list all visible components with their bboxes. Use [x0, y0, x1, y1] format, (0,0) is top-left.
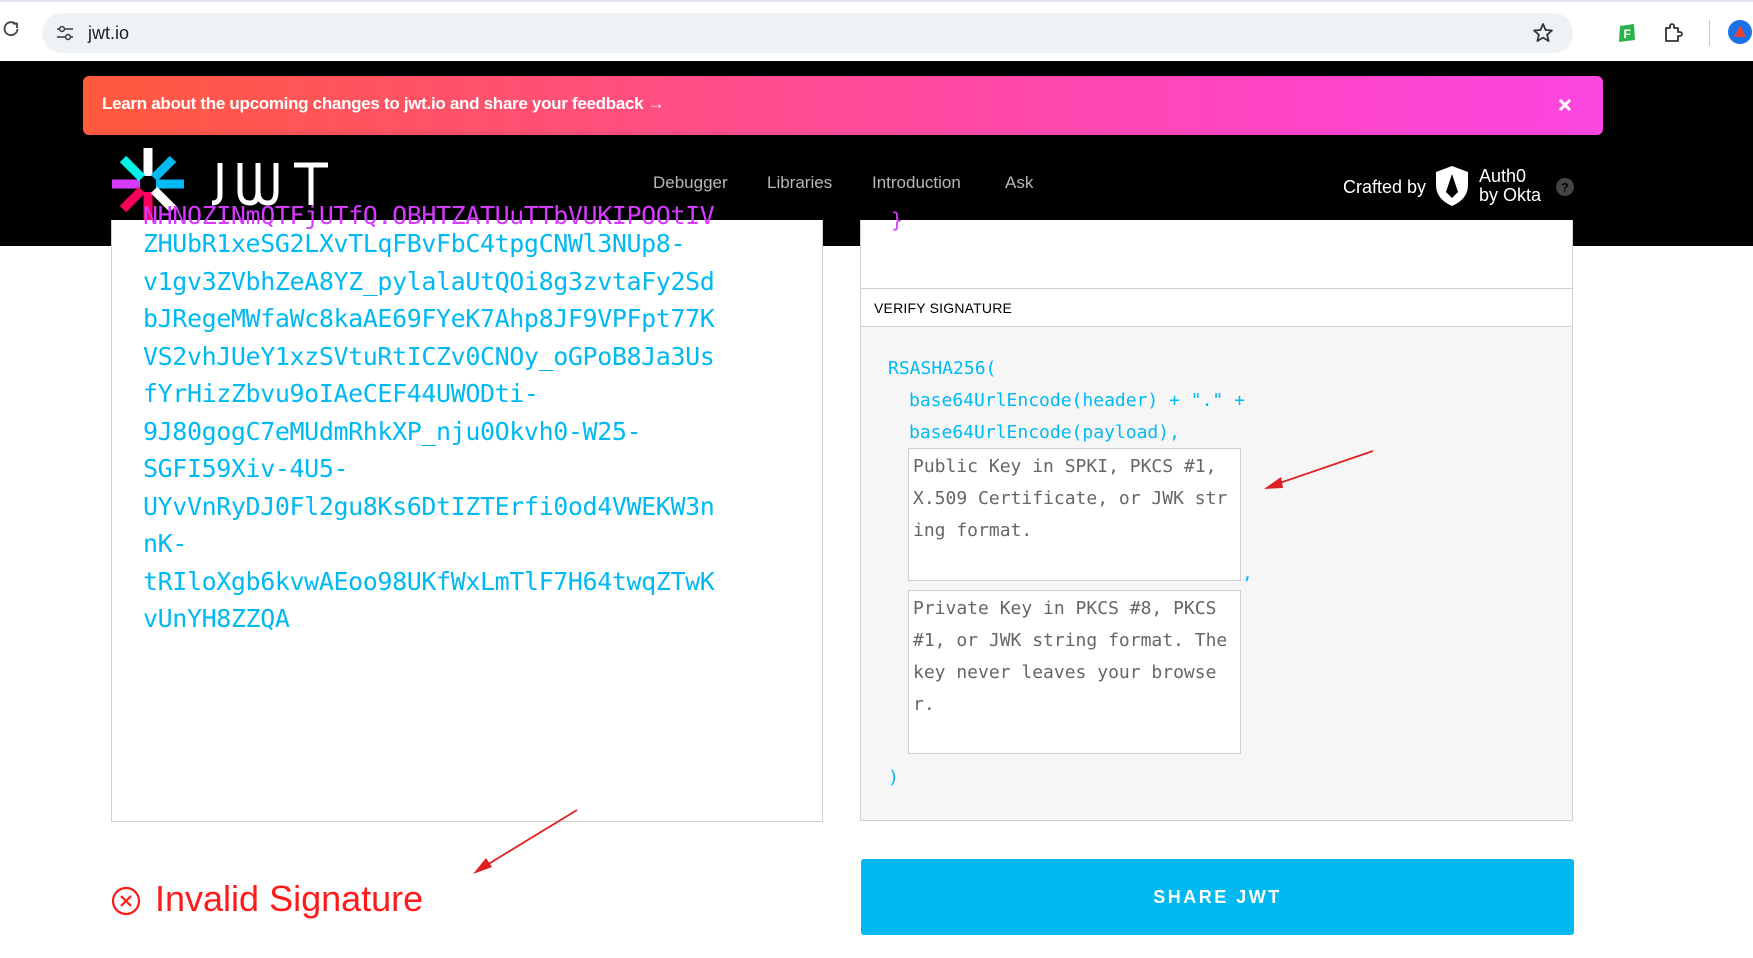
- nav-libraries[interactable]: Libraries: [767, 173, 832, 193]
- svg-text:F: F: [1624, 27, 1631, 41]
- close-icon[interactable]: [1555, 95, 1575, 115]
- token-line: nK-: [143, 529, 187, 558]
- public-key-input[interactable]: Public Key in SPKI, PKCS #1, X.509 Certi…: [908, 448, 1241, 581]
- token-line: fYrHizZbvu9oIAeCEF44UWODti-: [143, 379, 539, 408]
- token-line: tRIloXgb6kvwAEoo98UKfWxLmTlF7H64twqZTwK: [143, 566, 715, 596]
- token-line: UYvVnRyDJ0Fl2gu8Ks6DtIZTErfi0od4VWEKW3n: [143, 491, 715, 521]
- bookmark-star-icon[interactable]: [1531, 21, 1555, 45]
- token-line: SGFI59Xiv-4U5-: [143, 454, 349, 483]
- encoded-token-text[interactable]: NHNOZINmQTFjUTfQ.OBHTZATUuTTbVUKIPOOtIV Z…: [143, 201, 743, 638]
- algo-line: RSASHA256(: [888, 358, 997, 379]
- address-bar[interactable]: jwt.io: [42, 13, 1573, 53]
- payload-closing-brace: }: [891, 208, 904, 232]
- auth0-shield-icon[interactable]: [1434, 165, 1470, 207]
- url-text[interactable]: jwt.io: [88, 23, 129, 44]
- svg-text:?: ?: [1561, 181, 1568, 195]
- toolbar-separator: [1709, 20, 1710, 46]
- nav-ask[interactable]: Ask: [1005, 173, 1033, 193]
- token-line: v1gv3ZVbhZeA8YZ_pylalaUtQOi8g3zvtaFy2Sd: [143, 266, 715, 296]
- site-info-icon[interactable]: [56, 24, 74, 42]
- payload-encode-line: base64UrlEncode(payload),: [909, 422, 1180, 443]
- nav-introduction[interactable]: Introduction: [872, 173, 961, 193]
- profile-icon[interactable]: [1728, 20, 1752, 44]
- private-key-input[interactable]: Private Key in PKCS #8, PKCS #1, or JWK …: [908, 590, 1241, 754]
- reload-icon[interactable]: [2, 20, 20, 38]
- verify-signature-title: VERIFY SIGNATURE: [874, 300, 1013, 316]
- nav-debugger[interactable]: Debugger: [653, 173, 728, 193]
- extension-f-icon[interactable]: F: [1617, 23, 1637, 43]
- browser-toolbar: jwt.io F: [0, 0, 1753, 61]
- key-separator-comma: ,: [1242, 563, 1253, 584]
- crafted-by-text: Crafted by: [1343, 177, 1427, 197]
- token-line: vUnYH8ZZQA: [143, 604, 290, 633]
- error-circle-x-icon: [111, 886, 141, 916]
- verify-signature-header: VERIFY SIGNATURE: [861, 289, 1572, 327]
- banner-text[interactable]: Learn about the upcoming changes to jwt.…: [102, 94, 665, 114]
- feedback-banner[interactable]: Learn about the upcoming changes to jwt.…: [83, 76, 1603, 135]
- share-jwt-button[interactable]: SHARE JWT: [861, 859, 1574, 935]
- token-line: VS2vhJUeY1xzSVtuRtICZv0CNOy_oGPoB8Ja3Us: [143, 341, 715, 371]
- extensions-puzzle-icon[interactable]: [1662, 22, 1684, 44]
- token-line: 9J80gogC7eMUdmRhkXP_nju0Okvh0-W25-: [143, 416, 642, 446]
- token-line: bJRegeMWfaWc8kaAE69FYeK7Ahp8JF9VPFpt77K: [143, 304, 715, 333]
- auth0-by-okta-link[interactable]: Auth0 by Okta: [1479, 167, 1541, 205]
- payload-panel-bottom: }: [860, 208, 1573, 288]
- header-encode-line: base64UrlEncode(header) + "." +: [909, 390, 1245, 411]
- token-partial-line: NHNOZINmQTFjUTfQ.OBHTZATUuTTbVUKIPOOtIV: [143, 201, 715, 230]
- help-icon[interactable]: ?: [1556, 178, 1574, 196]
- share-jwt-label: SHARE JWT: [1153, 886, 1282, 907]
- verify-signature-panel: VERIFY SIGNATURE RSASHA256( base64UrlEnc…: [860, 288, 1573, 821]
- encoded-token-panel[interactable]: NHNOZINmQTFjUTfQ.OBHTZATUuTTbVUKIPOOtIV Z…: [111, 201, 823, 822]
- algo-closing-paren: ): [888, 767, 899, 788]
- invalid-signature-text: Invalid Signature: [155, 878, 424, 919]
